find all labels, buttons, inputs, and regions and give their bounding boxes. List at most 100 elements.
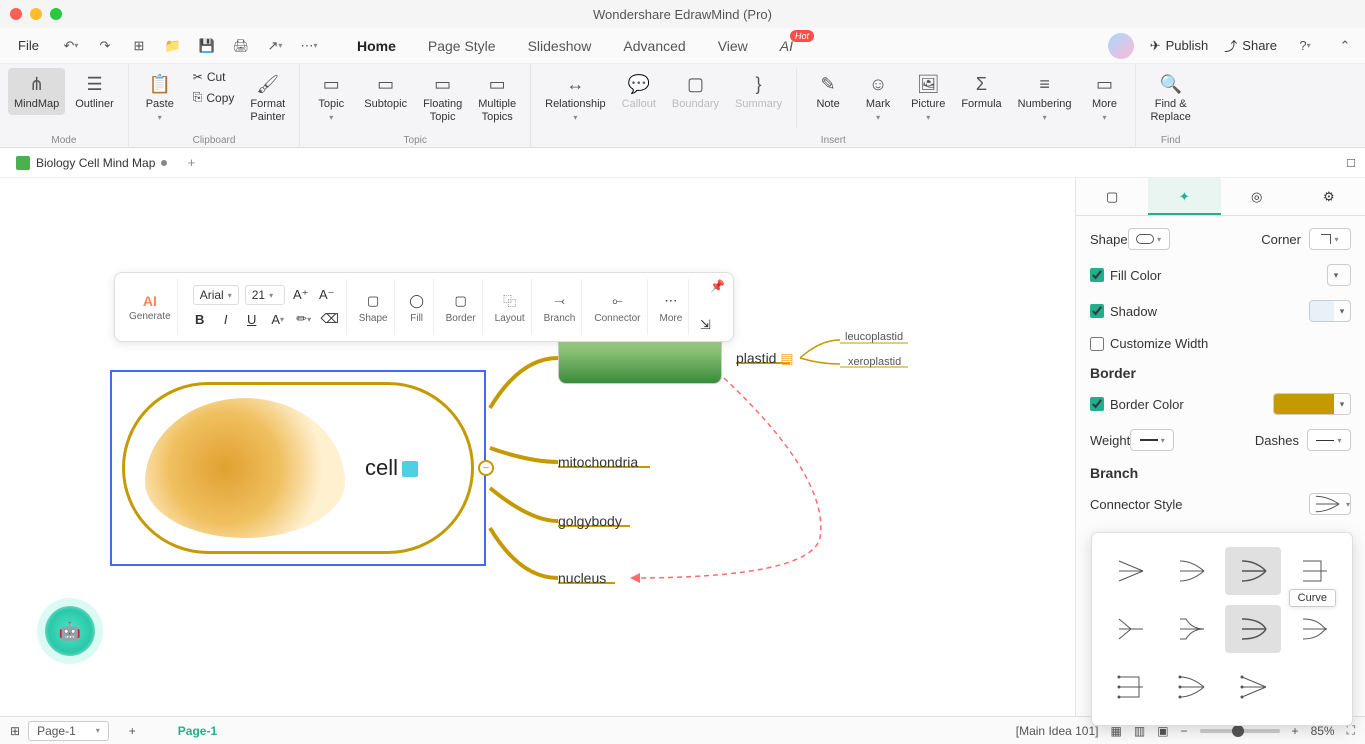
close-window-icon[interactable] xyxy=(10,8,22,20)
note-button[interactable]: ✎Note xyxy=(805,68,851,115)
toggle-panel-icon[interactable]: □ xyxy=(1347,155,1365,170)
minimize-window-icon[interactable] xyxy=(30,8,42,20)
topic-button[interactable]: ▭Topic▾ xyxy=(308,68,354,128)
leaf-leucoplastid[interactable]: leucoplastid xyxy=(845,331,903,343)
maximize-window-icon[interactable] xyxy=(50,8,62,20)
fill-color-swatch[interactable]: ▾ xyxy=(1327,264,1351,286)
open-icon[interactable]: 📁 xyxy=(161,34,185,58)
conn-style-6[interactable] xyxy=(1164,605,1220,653)
help-icon[interactable]: ?▾ xyxy=(1293,34,1317,58)
border-color-swatch[interactable]: ▾ xyxy=(1273,393,1351,415)
tab-page-style[interactable]: Page Style xyxy=(412,30,512,62)
conn-style-11[interactable] xyxy=(1225,663,1281,711)
user-avatar[interactable] xyxy=(1108,33,1134,59)
increase-font-icon[interactable]: A⁺ xyxy=(291,285,311,305)
picture-button[interactable]: 🖼Picture▾ xyxy=(905,68,951,128)
conn-style-9[interactable] xyxy=(1102,663,1158,711)
outline-view-icon[interactable]: ⊞ xyxy=(10,724,20,738)
paste-button[interactable]: 📋 Paste▾ xyxy=(137,68,183,128)
pin-icon[interactable]: 📌 xyxy=(710,279,725,293)
page-select[interactable]: Page-1▾ xyxy=(28,721,109,741)
conn-style-4[interactable] xyxy=(1287,547,1343,595)
tab-home[interactable]: Home xyxy=(341,30,412,62)
redo-icon[interactable]: ↷ xyxy=(93,34,117,58)
new-icon[interactable]: ⊞ xyxy=(127,34,151,58)
corner-select[interactable]: ▾ xyxy=(1309,228,1351,250)
tab-ai[interactable]: AI Hot xyxy=(764,30,809,62)
ft-shape-button[interactable]: ▢Shape xyxy=(353,279,395,335)
conn-style-1[interactable] xyxy=(1102,547,1158,595)
font-select[interactable]: Arial ▾ xyxy=(193,285,239,305)
panel-tab-page[interactable]: ▢ xyxy=(1076,178,1148,215)
ai-assistant-bubble[interactable]: 🤖 xyxy=(45,606,95,656)
expand-toolbar-icon[interactable]: ⇲ xyxy=(695,315,715,335)
dashes-select[interactable]: ▾ xyxy=(1307,429,1351,451)
add-tab-button[interactable]: + xyxy=(179,155,203,170)
collapse-ribbon-icon[interactable]: ⌃ xyxy=(1333,34,1357,58)
tab-view[interactable]: View xyxy=(702,30,764,62)
ft-ai-group[interactable]: AI Generate xyxy=(123,279,178,335)
conn-style-2[interactable] xyxy=(1164,547,1220,595)
ft-connector-button[interactable]: ⟜Connector xyxy=(588,279,647,335)
more-button[interactable]: ▭More▾ xyxy=(1081,68,1127,128)
fill-color-checkbox[interactable]: Fill Color xyxy=(1090,268,1161,283)
options-icon[interactable]: ⋯▾ xyxy=(297,34,321,58)
mindmap-mode-button[interactable]: ⋔ MindMap xyxy=(8,68,65,115)
border-color-checkbox[interactable]: Border Color xyxy=(1090,397,1184,412)
conn-style-10[interactable] xyxy=(1164,663,1220,711)
outliner-mode-button[interactable]: ☰ Outliner xyxy=(69,68,120,115)
decrease-font-icon[interactable]: A⁻ xyxy=(317,285,337,305)
doc-tab-biology[interactable]: Biology Cell Mind Map xyxy=(4,151,179,175)
page-tab[interactable]: Page-1 xyxy=(166,720,229,742)
shape-select[interactable]: ▾ xyxy=(1128,228,1170,250)
connector-style-select[interactable]: ▾ xyxy=(1309,493,1351,515)
shadow-swatch[interactable]: ▾ xyxy=(1309,300,1351,322)
file-menu[interactable]: File xyxy=(8,34,49,57)
conn-style-3[interactable] xyxy=(1225,547,1281,595)
multiple-topics-button[interactable]: ▭Multiple Topics xyxy=(472,68,522,128)
conn-style-5[interactable] xyxy=(1102,605,1158,653)
conn-style-7[interactable] xyxy=(1225,605,1281,653)
note-icon[interactable]: ▤ xyxy=(780,350,793,366)
ft-border-button[interactable]: ▢Border xyxy=(440,279,483,335)
notes-icon[interactable] xyxy=(402,461,418,477)
ft-more-button[interactable]: ⋯More xyxy=(654,279,690,335)
ft-fill-button[interactable]: ◯Fill xyxy=(401,279,434,335)
subtopic-nucleus[interactable]: nucleus xyxy=(558,570,606,586)
subtopic-golgybody[interactable]: golgybody xyxy=(558,513,622,529)
font-size-select[interactable]: 21 ▾ xyxy=(245,285,285,305)
italic-icon[interactable]: I xyxy=(216,309,236,329)
ft-layout-button[interactable]: ⿻Layout xyxy=(489,279,532,335)
tab-slideshow[interactable]: Slideshow xyxy=(512,30,608,62)
subtopic-plastid[interactable]: plastid ▤ xyxy=(736,350,794,367)
formula-button[interactable]: ΣFormula xyxy=(955,68,1007,115)
bold-icon[interactable]: B xyxy=(190,309,210,329)
root-node-cell[interactable]: cell − xyxy=(110,370,486,566)
subtopic-mitochondria[interactable]: mitochondria xyxy=(558,454,638,470)
panel-tab-icon[interactable]: ◎ xyxy=(1221,178,1293,215)
collapse-handle[interactable]: − xyxy=(478,460,494,476)
canvas[interactable]: plastid ▤ leucoplastid xeroplastid mitoc… xyxy=(0,178,1075,716)
subtopic-button[interactable]: ▭Subtopic xyxy=(358,68,413,115)
underline-icon[interactable]: U xyxy=(242,309,262,329)
copy-button[interactable]: ⎘Copy xyxy=(187,88,241,107)
shadow-checkbox[interactable]: Shadow xyxy=(1090,304,1157,319)
save-icon[interactable]: 💾 xyxy=(195,34,219,58)
font-color-icon[interactable]: A▾ xyxy=(268,309,288,329)
summary-button[interactable]: }Summary xyxy=(729,68,788,115)
tab-advanced[interactable]: Advanced xyxy=(607,30,701,62)
customize-width-checkbox[interactable]: Customize Width xyxy=(1090,336,1208,351)
mark-button[interactable]: ☺Mark▾ xyxy=(855,68,901,128)
panel-tab-style[interactable]: ✦ xyxy=(1148,178,1220,215)
conn-style-8[interactable] xyxy=(1287,605,1343,653)
weight-select[interactable]: ▾ xyxy=(1130,429,1174,451)
highlight-icon[interactable]: ✏▾ xyxy=(294,309,314,329)
relationship-button[interactable]: ↔Relationship▾ xyxy=(539,68,612,128)
zoom-slider[interactable] xyxy=(1200,729,1280,733)
boundary-button[interactable]: ▢Boundary xyxy=(666,68,725,115)
floating-topic-button[interactable]: ▭Floating Topic xyxy=(417,68,468,128)
numbering-button[interactable]: ≡Numbering▾ xyxy=(1012,68,1078,128)
undo-icon[interactable]: ↶▾ xyxy=(59,34,83,58)
find-replace-button[interactable]: 🔍Find & Replace xyxy=(1144,68,1196,128)
print-icon[interactable]: 🖨 xyxy=(229,34,253,58)
